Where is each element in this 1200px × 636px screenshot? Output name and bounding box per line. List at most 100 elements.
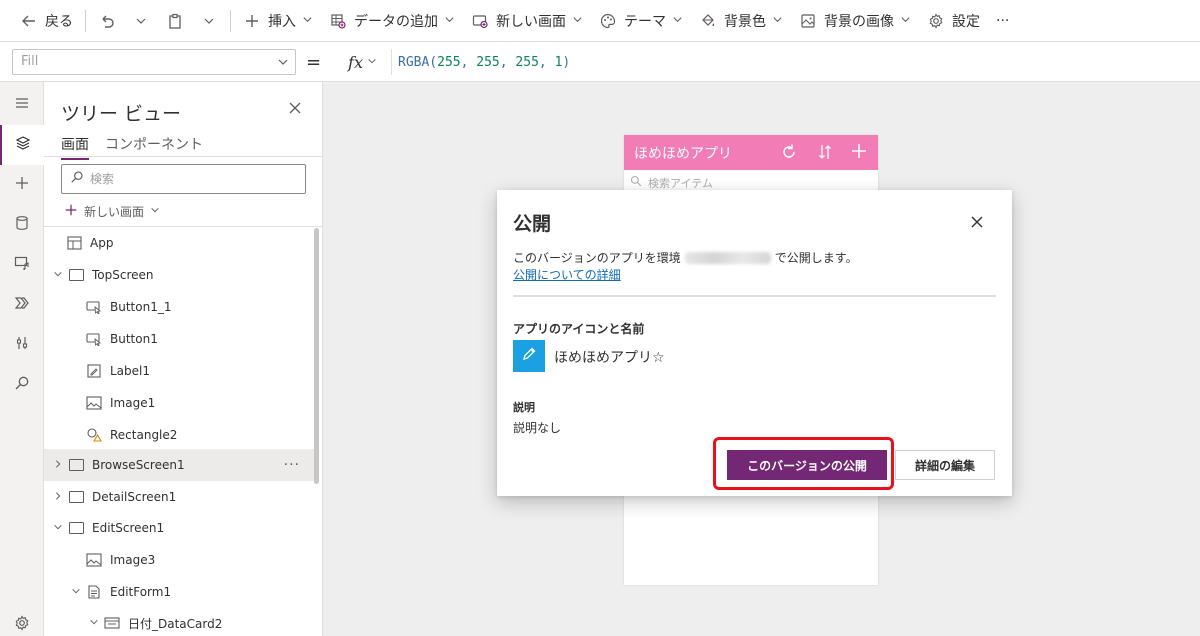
equals-sign: =: [306, 52, 322, 73]
image-icon: [86, 396, 102, 410]
gear-icon: [14, 615, 30, 635]
edit-details-button[interactable]: 詳細の編集: [895, 450, 995, 480]
tree-node-app[interactable]: App: [44, 227, 314, 259]
chevron-down-icon: [132, 12, 150, 30]
more-commands-button[interactable]: ···: [988, 0, 1017, 42]
back-button[interactable]: 戻る: [12, 0, 81, 42]
undo-button[interactable]: [90, 0, 124, 42]
tree-node-label: TopScreen: [92, 268, 154, 282]
undo-icon: [98, 12, 116, 30]
chevron-down-icon: [572, 14, 583, 28]
chevron-down-icon: [200, 12, 218, 30]
tree-node-label: EditScreen1: [92, 521, 165, 535]
back-arrow-icon: [20, 12, 38, 30]
theme-label: テーマ: [624, 13, 666, 30]
insert-button[interactable]: 挿入: [235, 0, 321, 42]
tree-node-label: Image3: [110, 553, 156, 567]
tree-search-input[interactable]: [90, 172, 290, 186]
insert-rail-button[interactable]: [0, 165, 44, 205]
settings-rail-button[interactable]: [0, 605, 44, 636]
screen-icon: [68, 268, 84, 282]
chevron-down-icon: [150, 205, 160, 218]
button-control-icon: [86, 332, 102, 346]
settings-button[interactable]: 設定: [919, 0, 988, 42]
form-icon: [86, 585, 102, 599]
tree-node-image1[interactable]: Image1: [44, 387, 314, 419]
dialog-close-button[interactable]: [970, 210, 984, 234]
property-value: Fill: [21, 54, 39, 69]
close-tree-view-button[interactable]: [288, 99, 302, 120]
shapes-icon: [86, 428, 102, 442]
tree-node-editscreen1[interactable]: EditScreen1: [44, 512, 314, 544]
divider: [230, 9, 231, 32]
property-selector[interactable]: Fill: [12, 49, 296, 75]
tree-node-topscreen[interactable]: TopScreen: [44, 259, 314, 291]
chevron-down-icon: [900, 14, 911, 28]
chevron-down-icon: [302, 14, 313, 28]
paste-dropdown[interactable]: [192, 0, 226, 42]
chevron-down-icon: [70, 586, 82, 599]
formula-r: 255: [437, 55, 461, 70]
plus-icon: [14, 175, 30, 195]
theme-button[interactable]: テーマ: [591, 0, 691, 42]
highlight-annotation-box: [713, 437, 894, 490]
tools-icon: [14, 335, 30, 355]
insert-label: 挿入: [268, 13, 296, 30]
undo-dropdown[interactable]: [124, 0, 158, 42]
data-rail-button[interactable]: [0, 205, 44, 245]
chevron-right-icon: [52, 459, 64, 472]
chevron-down-icon: [444, 14, 455, 28]
tree-node-image3[interactable]: Image3: [44, 544, 314, 576]
background-color-button[interactable]: 背景色: [691, 0, 791, 42]
paste-button[interactable]: [158, 0, 192, 42]
tree-search-box[interactable]: [61, 164, 306, 194]
background-image-label: 背景の画像: [824, 13, 894, 30]
app-name: ほめほめアプリ☆: [554, 350, 665, 366]
tree-node-rectangle2[interactable]: Rectangle2: [44, 419, 314, 451]
screen-icon: [68, 458, 84, 472]
background-image-button[interactable]: 背景の画像: [791, 0, 919, 42]
tree-node-label1[interactable]: Label1: [44, 355, 314, 387]
new-screen-label: 新しい画面: [84, 205, 145, 219]
chevron-down-icon: [277, 50, 289, 83]
menu-button[interactable]: [0, 85, 44, 125]
tree-scrollbar[interactable]: [314, 228, 319, 484]
tree-node-label: DetailScreen1: [92, 490, 177, 504]
tree-node-editform1[interactable]: EditForm1: [44, 576, 314, 608]
back-label: 戻る: [45, 13, 73, 30]
tree-view-button[interactable]: [0, 125, 44, 165]
fx-button[interactable]: fx: [334, 49, 392, 75]
button-control-icon: [86, 300, 102, 314]
search-rail-button[interactable]: [0, 365, 44, 405]
chevron-down-icon: [367, 56, 377, 69]
tree-node-button1-1[interactable]: Button1_1: [44, 291, 314, 323]
node-more-options-button[interactable]: ···: [284, 457, 300, 473]
tree-node-label: Label1: [110, 364, 151, 378]
tree-node-label: Button1_1: [110, 300, 172, 314]
new-screen-link[interactable]: 新しい画面: [64, 202, 160, 221]
formula-g: 255: [476, 55, 500, 70]
new-screen-button[interactable]: 新しい画面: [463, 0, 591, 42]
command-bar: 戻る 挿入 データの追加 新しい画面 テーマ 背景色 背景の画像 設定 ···: [0, 0, 1200, 42]
layers-icon: [15, 135, 31, 155]
icon-name-heading: アプリのアイコンと名前: [513, 322, 645, 336]
app-icon-edit-button[interactable]: [513, 340, 545, 372]
tree-node-button1[interactable]: Button1: [44, 323, 314, 355]
tree-view-panel: ツリー ビュー 画面 コンポーネント 新しい画面 App: [44, 82, 323, 636]
screen-icon: [68, 490, 84, 504]
palette-icon: [599, 12, 617, 30]
advanced-tools-rail-button[interactable]: [0, 325, 44, 365]
media-rail-button[interactable]: [0, 245, 44, 285]
power-automate-rail-button[interactable]: [0, 285, 44, 325]
formula-close-paren: ): [562, 55, 571, 70]
tree-node-label: App: [90, 236, 114, 250]
tree-node-detailscreen1[interactable]: DetailScreen1: [44, 481, 314, 513]
add-data-button[interactable]: データの追加: [321, 0, 463, 42]
formula-input[interactable]: RGBA(255, 255, 255, 1): [398, 55, 570, 70]
divider: [44, 156, 322, 157]
tree-node-date-datacard2[interactable]: 日付_DataCard2: [44, 607, 314, 636]
tree-node-browsescreen1[interactable]: BrowseScreen1 ···: [44, 449, 314, 481]
publish-details-link[interactable]: 公開についての詳細: [513, 266, 621, 283]
database-add-icon: [329, 12, 347, 30]
left-rail: [0, 82, 44, 636]
